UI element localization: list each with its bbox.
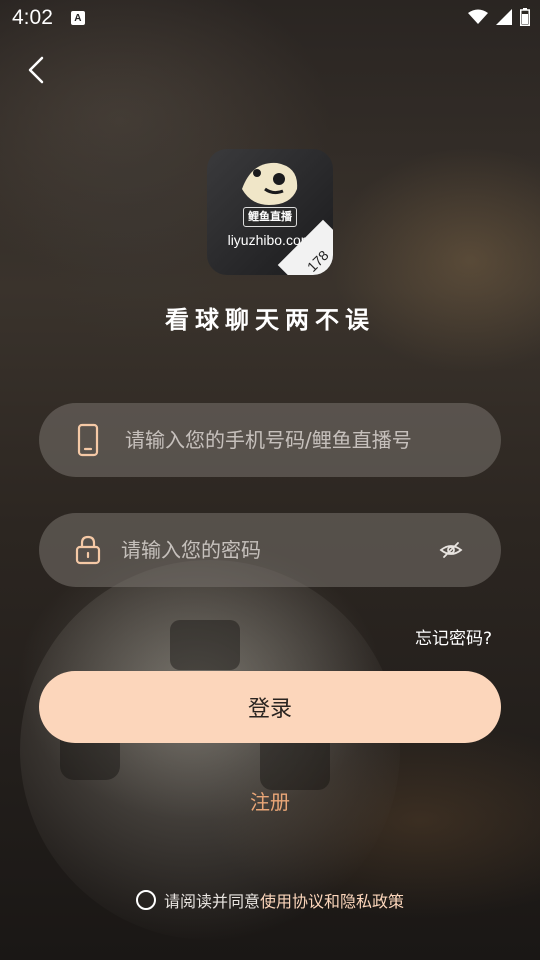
status-bar: 4:02 A (0, 0, 540, 36)
phone-icon (77, 423, 99, 457)
app-slogan: 看球聊天两不误 (165, 306, 375, 334)
back-button[interactable] (18, 52, 54, 88)
password-input[interactable] (121, 513, 461, 587)
agreement-row: 请阅读并同意 使用协议 和 隐私政策 (0, 888, 540, 912)
background-ball (20, 560, 400, 940)
signal-icon (496, 9, 512, 25)
eye-off-icon[interactable] (439, 540, 463, 560)
lock-icon (75, 535, 101, 565)
status-time: 4:02 (12, 6, 53, 29)
agreement-conjunction: 和 (324, 892, 341, 911)
terms-link[interactable]: 使用协议 (260, 888, 324, 912)
phone-input[interactable] (125, 403, 465, 477)
login-button[interactable]: 登录 (39, 671, 501, 743)
back-icon (28, 56, 44, 84)
agreement-checkbox[interactable] (135, 890, 156, 910)
privacy-link[interactable]: 隐私政策 (340, 888, 404, 912)
app-logo: 鲤鱼直播 liyuzhibo.com 178 (207, 149, 333, 275)
logo-name: 鲤鱼直播 (243, 207, 297, 227)
battery-icon (520, 8, 530, 26)
notification-icon: A (70, 11, 85, 25)
agreement-prefix: 请阅读并同意 (163, 892, 260, 911)
wifi-icon (468, 9, 488, 24)
register-link[interactable]: 注册 (0, 786, 540, 815)
phone-field[interactable] (39, 403, 501, 477)
forgot-password-link[interactable]: 忘记密码? (415, 624, 492, 649)
password-field[interactable] (39, 513, 501, 587)
